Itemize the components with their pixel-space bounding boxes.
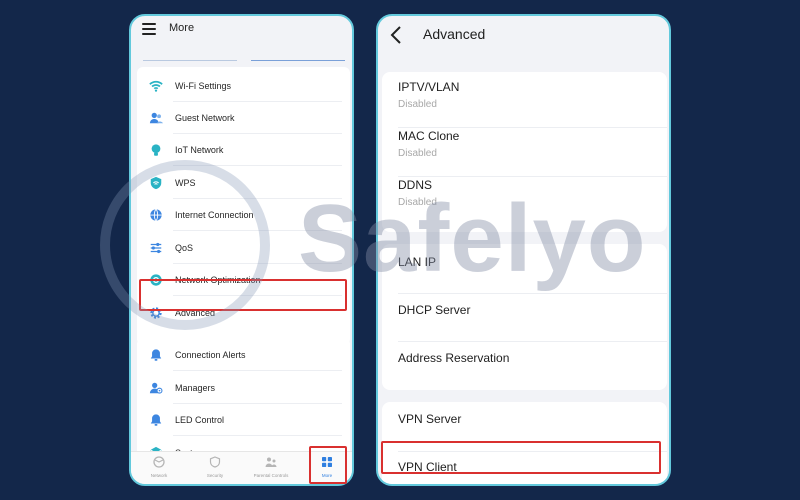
menu-item-label: LED Control (175, 415, 225, 425)
more-grid-icon (322, 457, 332, 467)
menu-item-label: Connection Alerts (175, 350, 246, 360)
setting-address-reservation[interactable]: Address Reservation (382, 342, 667, 390)
menu-item-label: Advanced (175, 308, 216, 318)
menu-item-guest-network[interactable]: Guest Network (137, 102, 350, 134)
setting-status: Disabled (398, 197, 437, 208)
page-title: Advanced (423, 26, 486, 42)
setting-label: VPN Client (398, 460, 457, 474)
setting-vpn-client[interactable]: VPN Client (382, 452, 667, 484)
menu-item-label: WPS (175, 178, 196, 188)
menu-item-advanced[interactable]: Advanced (137, 297, 350, 329)
guest-users-icon (148, 110, 164, 126)
menu-item-network-optimization[interactable]: Network Optimization (137, 264, 350, 296)
tab-network[interactable]: Network (135, 456, 183, 478)
setting-label: Address Reservation (398, 351, 510, 365)
bulb-icon (148, 142, 164, 158)
back-arrow-icon[interactable] (388, 24, 406, 46)
menu-item-internet-connection[interactable]: Internet Connection (137, 199, 350, 231)
advanced-screen: Advanced IPTV/VLAN Disabled MAC Clone Di… (376, 14, 671, 486)
menu-item-label: Wi-Fi Settings (175, 81, 232, 91)
menu-item-label: Guest Network (175, 113, 235, 123)
setting-dhcp-server[interactable]: DHCP Server (382, 294, 667, 342)
sliders-icon (148, 240, 164, 256)
tab-label: Security (206, 473, 224, 478)
bell-icon (148, 347, 164, 363)
menu-item-wps[interactable]: WPS (137, 167, 350, 199)
tab-label: More (321, 473, 333, 478)
menu-item-connection-alerts[interactable]: Connection Alerts (137, 339, 350, 371)
menu-item-label: Network Optimization (175, 275, 261, 285)
menu-item-iot-network[interactable]: IoT Network (137, 134, 350, 166)
segment-divider (251, 57, 345, 61)
led-bell-icon (148, 412, 164, 428)
tab-label: Network (150, 473, 168, 478)
setting-mac-clone[interactable]: MAC Clone Disabled (382, 129, 667, 177)
setting-status: Disabled (398, 99, 437, 110)
setting-status: Disabled (398, 148, 437, 159)
setting-iptv-vlan[interactable]: IPTV/VLAN Disabled (382, 80, 667, 128)
setting-label: LAN IP (398, 255, 437, 269)
gear-icon (148, 305, 164, 321)
security-tab-icon (209, 456, 221, 468)
setting-label: IPTV/VLAN (398, 80, 460, 94)
menu-item-managers[interactable]: Managers (137, 372, 350, 404)
segment-divider (143, 57, 237, 61)
setting-label: MAC Clone (398, 129, 460, 143)
wifi-icon (148, 78, 164, 94)
menu-item-led-control[interactable]: LED Control (137, 404, 350, 436)
menu-item-label: QoS (175, 243, 194, 253)
tab-parental-controls[interactable]: Parental Controls (247, 456, 295, 478)
hamburger-menu-icon[interactable] (142, 23, 156, 35)
parental-tab-icon (265, 457, 277, 467)
setting-label: DHCP Server (398, 303, 471, 317)
tab-more[interactable]: More (303, 456, 351, 478)
advanced-header: Advanced (378, 16, 669, 62)
more-header: More (131, 16, 352, 48)
bottom-tab-bar: Network Security Parental Controls More (131, 451, 352, 484)
page-title: More (169, 22, 195, 34)
setting-vpn-server[interactable]: VPN Server (382, 404, 667, 452)
menu-item-label: Internet Connection (175, 210, 254, 220)
tab-security[interactable]: Security (191, 456, 239, 478)
tab-label: Parental Controls (253, 473, 289, 478)
setting-label: DDNS (398, 178, 433, 192)
optimize-icon (148, 272, 164, 288)
menu-item-wifi-settings[interactable]: Wi-Fi Settings (137, 70, 350, 102)
manager-icon (148, 380, 164, 396)
menu-item-qos[interactable]: QoS (137, 232, 350, 264)
setting-ddns[interactable]: DDNS Disabled (382, 178, 667, 226)
menu-item-label: Managers (175, 383, 216, 393)
more-screen: More Wi-Fi Settings Guest Network IoT Ne… (129, 14, 354, 486)
setting-lan-ip[interactable]: LAN IP (382, 246, 667, 294)
globe-icon (148, 207, 164, 223)
wps-shield-icon (148, 175, 164, 191)
network-tab-icon (153, 456, 165, 468)
menu-item-label: IoT Network (175, 145, 224, 155)
setting-label: VPN Server (398, 412, 462, 426)
